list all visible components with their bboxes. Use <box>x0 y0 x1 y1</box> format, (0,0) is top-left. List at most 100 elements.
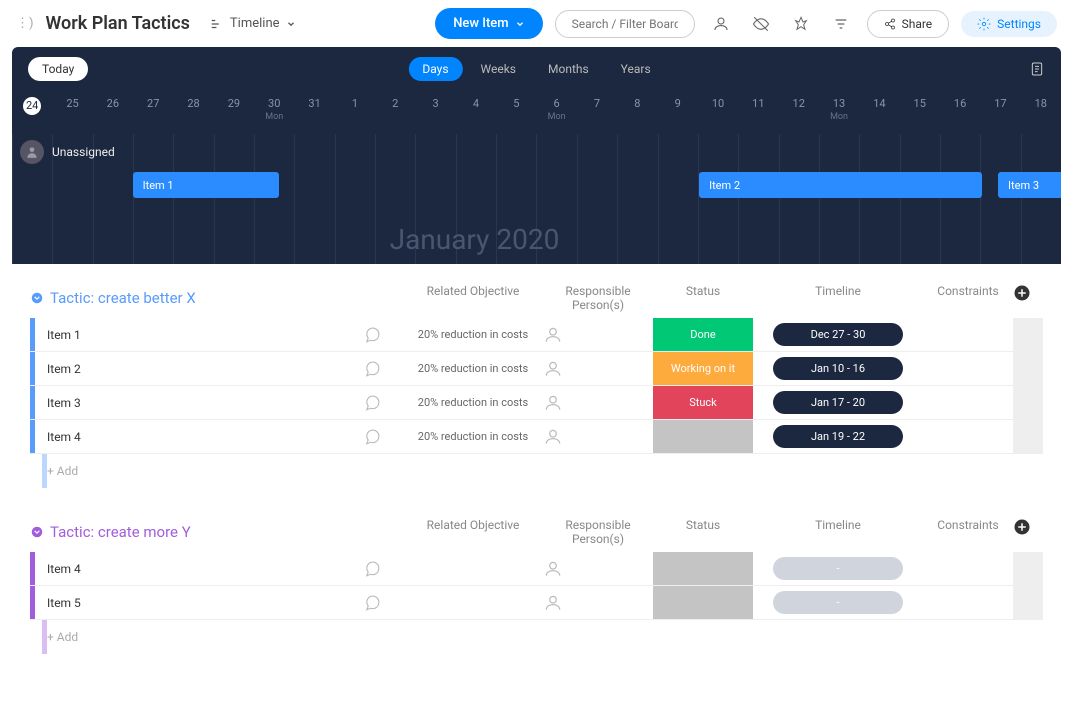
chat-icon[interactable] <box>363 394 403 412</box>
cell-person[interactable] <box>543 593 653 613</box>
col-header-status[interactable]: Status <box>653 518 753 546</box>
menu-icon[interactable]: ⋮) <box>16 16 34 31</box>
timeline-bar[interactable]: Item 2 <box>699 172 982 198</box>
cell-person[interactable] <box>543 359 653 379</box>
filter-icon[interactable] <box>827 10 855 38</box>
cell-timeline[interactable]: Dec 27 - 30 <box>753 323 923 346</box>
table-row[interactable]: Item 4 20% reduction in costs Jan 19 - 22 <box>30 420 1043 454</box>
col-header-constraints[interactable]: Constraints <box>923 518 1013 546</box>
chat-icon[interactable] <box>363 326 403 344</box>
item-name[interactable]: Item 1 <box>35 328 363 342</box>
chat-icon[interactable] <box>363 428 403 446</box>
col-header-person[interactable]: Responsible Person(s) <box>543 518 653 546</box>
settings-button[interactable]: Settings <box>961 11 1057 37</box>
date-cell[interactable]: 14 <box>859 91 899 134</box>
share-button[interactable]: Share <box>867 10 950 38</box>
cell-status[interactable] <box>653 552 753 585</box>
date-cell[interactable]: 13Mon <box>819 91 859 134</box>
date-cell[interactable]: 8 <box>617 91 657 134</box>
col-header-objective[interactable]: Related Objective <box>403 518 543 546</box>
cell-timeline[interactable]: Jan 19 - 22 <box>753 425 923 448</box>
timeline-bar[interactable]: Item 1 <box>133 172 280 198</box>
date-cell[interactable]: 25 <box>52 91 92 134</box>
table-row[interactable]: Item 3 20% reduction in costs StuckJan 17 … <box>30 386 1043 420</box>
date-cell[interactable]: 24 <box>12 91 52 134</box>
today-button[interactable]: Today <box>28 57 88 81</box>
cell-objective[interactable]: 20% reduction in costs <box>403 396 543 409</box>
cell-person[interactable] <box>543 325 653 345</box>
cell-status[interactable] <box>653 420 753 453</box>
zoom-tab-days[interactable]: Days <box>408 57 462 81</box>
table-row[interactable]: Item 5 - <box>30 586 1043 620</box>
date-cell[interactable]: 26 <box>93 91 133 134</box>
hide-icon[interactable] <box>747 10 775 38</box>
date-cell[interactable]: 3 <box>415 91 455 134</box>
cell-timeline[interactable]: - <box>753 591 923 614</box>
date-cell[interactable]: 4 <box>456 91 496 134</box>
date-cell[interactable]: 27 <box>133 91 173 134</box>
group-title[interactable]: Tactic: create more Y <box>50 523 191 541</box>
cell-timeline[interactable]: Jan 17 - 20 <box>753 391 923 414</box>
date-cell[interactable]: 31 <box>294 91 334 134</box>
chat-icon[interactable] <box>363 360 403 378</box>
item-name[interactable]: Item 4 <box>35 430 363 444</box>
item-name[interactable]: Item 4 <box>35 562 363 576</box>
person-filter-icon[interactable] <box>707 10 735 38</box>
new-item-button[interactable]: New Item <box>435 8 542 39</box>
date-cell[interactable]: 15 <box>900 91 940 134</box>
col-header-timeline[interactable]: Timeline <box>753 518 923 546</box>
col-header-status[interactable]: Status <box>653 284 753 312</box>
cell-objective[interactable]: 20% reduction in costs <box>403 328 543 341</box>
cell-status[interactable]: Done <box>653 318 753 351</box>
col-header-timeline[interactable]: Timeline <box>753 284 923 312</box>
table-row[interactable]: Item 1 20% reduction in costs DoneDec 27 -… <box>30 318 1043 352</box>
chat-icon[interactable] <box>363 594 403 612</box>
zoom-tab-years[interactable]: Years <box>607 57 665 81</box>
group-collapse-icon[interactable] <box>30 291 44 305</box>
pin-icon[interactable] <box>787 10 815 38</box>
group-title[interactable]: Tactic: create better X <box>50 289 196 307</box>
cell-timeline[interactable]: Jan 10 - 16 <box>753 357 923 380</box>
date-cell[interactable]: 30Mon <box>254 91 294 134</box>
cell-objective[interactable]: 20% reduction in costs <box>403 430 543 443</box>
date-cell[interactable]: 2 <box>375 91 415 134</box>
date-cell[interactable]: 16 <box>940 91 980 134</box>
date-cell[interactable]: 17 <box>980 91 1020 134</box>
cell-objective[interactable]: 20% reduction in costs <box>403 362 543 375</box>
col-header-objective[interactable]: Related Objective <box>403 284 543 312</box>
table-row[interactable]: Item 2 20% reduction in costs Working on i… <box>30 352 1043 386</box>
cell-person[interactable] <box>543 393 653 413</box>
zoom-tab-months[interactable]: Months <box>534 57 603 81</box>
cell-person[interactable] <box>543 559 653 579</box>
date-cell[interactable]: 18 <box>1021 91 1061 134</box>
col-header-constraints[interactable]: Constraints <box>923 284 1013 312</box>
date-cell[interactable]: 29 <box>214 91 254 134</box>
date-cell[interactable]: 7 <box>577 91 617 134</box>
cell-status[interactable] <box>653 586 753 619</box>
add-column-button[interactable] <box>1013 284 1043 312</box>
cell-status[interactable]: Stuck <box>653 386 753 419</box>
cell-status[interactable]: Working on it <box>653 352 753 385</box>
table-row[interactable]: Item 4 - <box>30 552 1043 586</box>
view-selector[interactable]: Timeline <box>202 12 304 35</box>
date-cell[interactable]: 5 <box>496 91 536 134</box>
date-cell[interactable]: 9 <box>658 91 698 134</box>
zoom-tab-weeks[interactable]: Weeks <box>467 57 530 81</box>
date-cell[interactable]: 11 <box>738 91 778 134</box>
chat-icon[interactable] <box>363 560 403 578</box>
add-column-button[interactable] <box>1013 518 1043 546</box>
item-name[interactable]: Item 2 <box>35 362 363 376</box>
add-item-row[interactable]: + Add <box>30 620 1043 654</box>
date-cell[interactable]: 12 <box>779 91 819 134</box>
cell-person[interactable] <box>543 427 653 447</box>
date-cell[interactable]: 28 <box>173 91 213 134</box>
add-item-row[interactable]: + Add <box>30 454 1043 488</box>
date-cell[interactable]: 6Mon <box>536 91 576 134</box>
date-cell[interactable]: 1 <box>335 91 375 134</box>
item-name[interactable]: Item 3 <box>35 396 363 410</box>
timeline-body[interactable]: Unassigned Item 1Item 2Item 3 January 20… <box>12 134 1061 264</box>
export-icon[interactable] <box>1029 61 1045 77</box>
date-cell[interactable]: 10 <box>698 91 738 134</box>
item-name[interactable]: Item 5 <box>35 596 363 610</box>
cell-timeline[interactable]: - <box>753 557 923 580</box>
